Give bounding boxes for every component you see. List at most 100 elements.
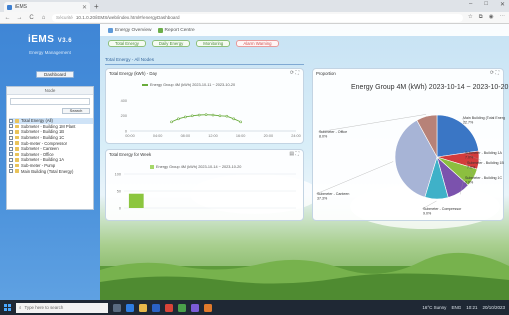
pie-label: Submeter - Building 1C xyxy=(465,176,503,180)
sidebar: iEMS V3.6 Energy Management Dashboard No… xyxy=(0,24,100,300)
tree-search-input[interactable] xyxy=(10,98,90,105)
mail-icon[interactable] xyxy=(152,303,160,312)
task-view-icon[interactable] xyxy=(113,303,121,312)
reload-button[interactable]: C xyxy=(28,15,35,21)
bar-chart-card: Total Energy for Week ▤ ⛶ Energy Group 4… xyxy=(105,149,304,221)
star-icon[interactable]: ☆ xyxy=(468,14,473,21)
data-point xyxy=(190,114,194,118)
forward-button[interactable]: → xyxy=(16,15,23,21)
node-tree-panel: Node Search Total Energy (All) Submeter -… xyxy=(6,86,94,210)
app-green-icon[interactable] xyxy=(178,303,186,312)
pie-label: Submeter - Building 1B xyxy=(467,161,505,165)
system-tray: 16°C Sunny ENG 10:21 20/10/2023 xyxy=(422,305,505,310)
folder-icon xyxy=(15,147,19,151)
y-tick-label: 50 xyxy=(117,189,121,193)
data-point xyxy=(211,113,215,117)
y-tick-label: 0 xyxy=(125,129,127,133)
pie-label: 7.0% xyxy=(467,165,476,169)
maximize-button[interactable]: □ xyxy=(484,1,488,8)
sub-tabs: Total Energy Daily Energy Monitoring Ala… xyxy=(108,40,279,47)
tree-item-label: Submeter - Canteen xyxy=(21,146,59,152)
checkbox-icon[interactable] xyxy=(9,157,13,162)
checkbox-icon[interactable] xyxy=(9,169,13,174)
search-icon: ⌕ xyxy=(19,305,22,310)
app-version: V3.6 xyxy=(57,38,73,44)
pie-chart-card: Proportion ⟳ ⛶ Energy Group 4M (kWh) 202… xyxy=(312,68,508,221)
bar xyxy=(128,193,144,208)
clock-date[interactable]: 20/10/2023 xyxy=(482,305,505,310)
checkbox-icon[interactable] xyxy=(9,163,13,168)
bar-chart: 0 50 100 xyxy=(115,172,296,210)
url-field[interactable]: Sécurité 10.1.0.20/iEMS/web/index.html#/… xyxy=(52,13,463,22)
data-point xyxy=(218,114,222,118)
checkbox-icon[interactable] xyxy=(9,135,13,140)
new-tab-button[interactable]: + xyxy=(94,2,99,12)
x-tick-label: 04:00 xyxy=(153,134,163,138)
close-window-button[interactable]: ✕ xyxy=(500,1,505,8)
back-button[interactable]: ← xyxy=(4,15,11,21)
tab-close-icon[interactable]: ✕ xyxy=(82,4,87,11)
language-indicator[interactable]: ENG xyxy=(451,305,461,310)
leader-line xyxy=(315,161,394,195)
folder-icon xyxy=(15,130,19,134)
home-button[interactable]: ⌂ xyxy=(40,15,47,21)
folder-icon xyxy=(15,124,19,129)
pie-label: Submeter - Canteen xyxy=(317,192,349,196)
app-orange-icon[interactable] xyxy=(204,303,212,312)
dashboard-button[interactable]: Dashboard xyxy=(36,71,74,78)
tab-monitoring[interactable]: Monitoring xyxy=(196,40,231,47)
checkbox-icon[interactable] xyxy=(9,141,13,146)
tree-search-button[interactable]: Search xyxy=(62,108,90,114)
folder-icon xyxy=(15,163,19,168)
y-tick-label: 0 xyxy=(119,206,121,210)
data-point xyxy=(232,117,236,121)
weather-label[interactable]: 16°C Sunny xyxy=(422,305,446,310)
tab-daily-energy[interactable]: Daily Energy xyxy=(151,40,191,47)
profile-icon[interactable]: ◉ xyxy=(489,14,494,21)
overview-icon xyxy=(108,27,113,33)
checkbox-icon[interactable] xyxy=(9,118,13,123)
folder-icon xyxy=(15,135,19,140)
taskbar-search[interactable]: ⌕ Type here to search xyxy=(16,302,108,313)
pie-label: 7.0% xyxy=(465,155,474,159)
x-tick-label: 08:00 xyxy=(181,134,191,138)
tree-item-label: Submeter - Building 1B xyxy=(21,129,65,135)
report-icon xyxy=(157,27,163,33)
app-purple-icon[interactable] xyxy=(191,303,199,312)
tree-list: Total Energy (All) Submeter - Building 1M… xyxy=(7,118,93,174)
checkbox-icon[interactable] xyxy=(9,124,13,129)
security-label: Sécurité xyxy=(56,15,73,20)
tab-alarm-warning[interactable]: Alarm Warning xyxy=(236,40,279,47)
checkbox-icon[interactable] xyxy=(9,146,13,151)
app-subtitle: Energy Management xyxy=(29,50,71,55)
tree-item-label: Submeter - Building 1A xyxy=(21,157,65,163)
window-controls: – □ ✕ xyxy=(469,1,505,8)
tree-item[interactable]: Main Building (Total Energy) xyxy=(9,168,93,174)
file-explorer-icon[interactable] xyxy=(139,303,147,312)
checkbox-icon[interactable] xyxy=(9,129,13,134)
edge-icon[interactable] xyxy=(126,303,134,312)
tab-total-energy[interactable]: Total Energy xyxy=(108,40,146,47)
app-window: iEMS V3.6 Energy Management Dashboard No… xyxy=(0,24,509,300)
data-point xyxy=(184,115,187,119)
checkbox-icon[interactable] xyxy=(9,152,13,157)
x-tick-label: 16:00 xyxy=(236,134,246,138)
collections-icon[interactable]: ⧉ xyxy=(479,14,483,21)
minimize-button[interactable]: – xyxy=(469,1,472,8)
nav-energy-overview[interactable]: Energy Overview xyxy=(108,27,152,33)
y-tick-label: 200 xyxy=(121,114,127,118)
nav-report-centre[interactable]: Report Centre xyxy=(157,27,195,33)
data-point xyxy=(225,114,229,118)
clock-time[interactable]: 10:21 xyxy=(466,305,477,310)
pie-label: Submeter - Building 1A xyxy=(465,151,503,155)
tree-item-label: Main Building (Total Energy) xyxy=(21,168,74,174)
data-point xyxy=(239,120,242,124)
app-logo: iEMS V3.6 xyxy=(0,34,100,45)
menu-icon[interactable]: ⋯ xyxy=(500,14,506,21)
browser-toolbar-icons: ☆ ⧉ ◉ ⋯ xyxy=(468,14,505,21)
app-red-icon[interactable] xyxy=(165,303,173,312)
section-divider xyxy=(105,64,304,65)
browser-tab[interactable]: iEMS ✕ xyxy=(4,2,90,12)
x-tick-label: 20:00 xyxy=(264,134,274,138)
windows-start-icon[interactable] xyxy=(4,304,11,311)
